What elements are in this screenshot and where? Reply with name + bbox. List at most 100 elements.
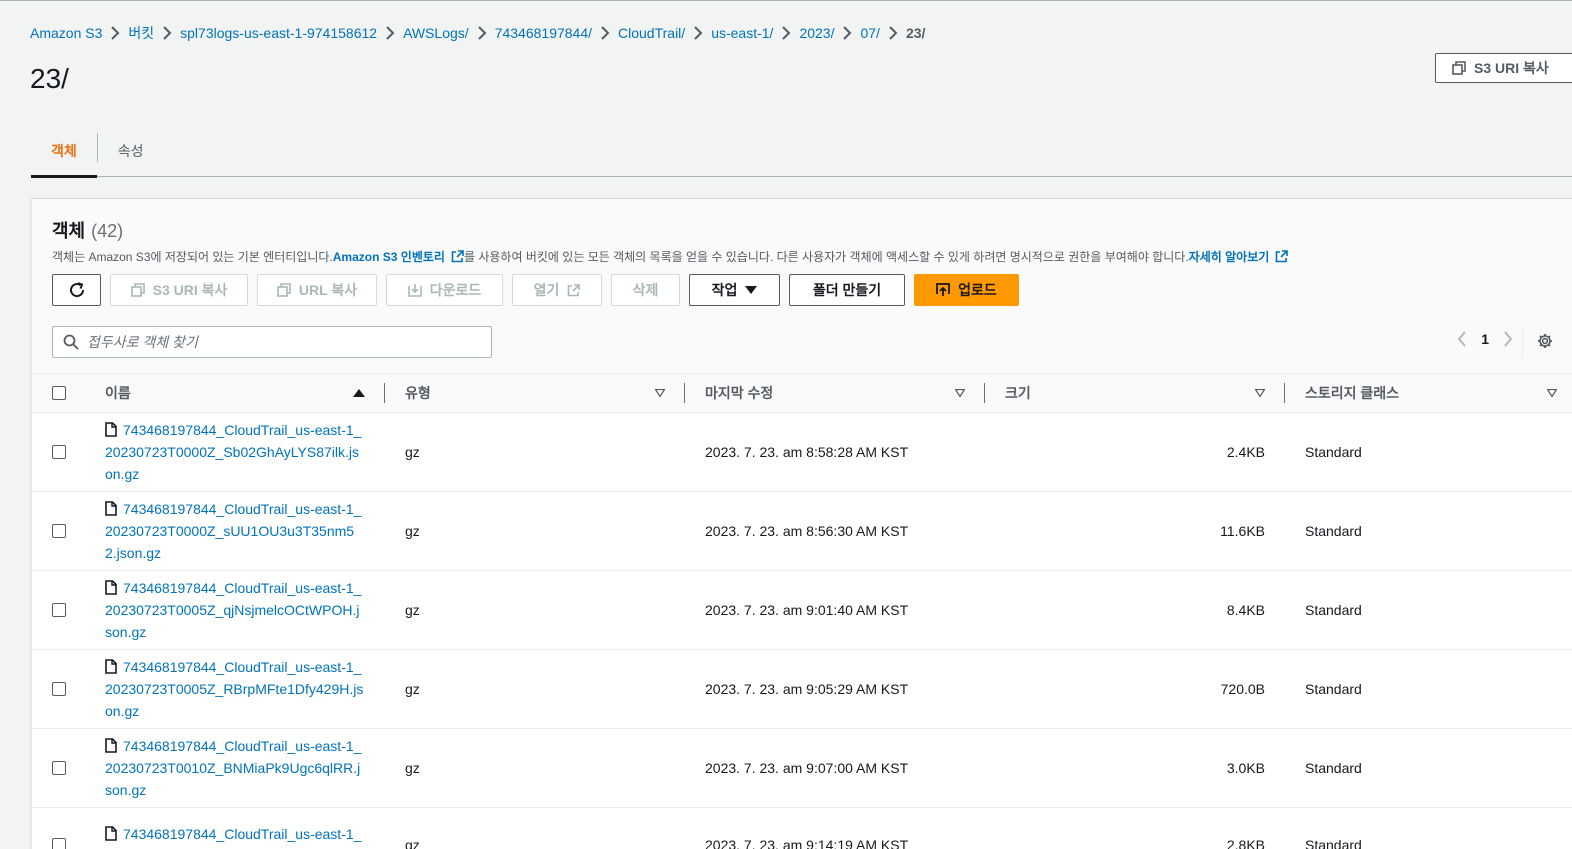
row-checkbox[interactable]	[52, 681, 66, 696]
object-name-text: 743468197844_CloudTrail_us-east-1_202307…	[105, 579, 362, 640]
breadcrumb-cloudtrail[interactable]: CloudTrail/	[618, 25, 685, 41]
object-name-link[interactable]: 743468197844_CloudTrail_us-east-1_202307…	[105, 656, 365, 722]
select-all-cell	[32, 374, 85, 413]
object-name-link[interactable]: 743468197844_CloudTrail_us-east-1_202307…	[105, 823, 365, 849]
objects-table: 이름 유형 마지막 수정 크기 스토리지 클래스 743468197844_Cl…	[32, 374, 1572, 849]
file-icon	[105, 658, 117, 674]
settings-gear-icon[interactable]	[1537, 333, 1553, 349]
file-icon	[105, 579, 117, 595]
breadcrumb-bucket[interactable]: spl73logs-us-east-1-974158612	[180, 25, 377, 41]
object-last-modified: 2023. 7. 23. am 9:07:00 AM KST	[685, 728, 985, 808]
object-size: 2.4KB	[985, 412, 1285, 492]
learn-more-link[interactable]: 자세히 알아보기	[1189, 248, 1289, 265]
row-checkbox[interactable]	[52, 760, 66, 775]
select-all-checkbox[interactable]	[52, 385, 66, 400]
table-row: 743468197844_CloudTrail_us-east-1_202307…	[32, 807, 1572, 849]
object-name-cell: 743468197844_CloudTrail_us-east-1_202307…	[85, 728, 385, 808]
chevron-right-icon	[592, 24, 618, 42]
s3-inventory-link[interactable]: Amazon S3 인벤토리	[333, 248, 464, 265]
external-link-icon	[451, 250, 464, 263]
upload-button[interactable]: 업로드	[914, 274, 1019, 306]
breadcrumb-amazon-s3[interactable]: Amazon S3	[30, 25, 102, 41]
object-type: gz	[385, 728, 685, 808]
delete-button[interactable]: 삭제	[611, 274, 680, 306]
breadcrumb-day: 23/	[905, 25, 926, 41]
file-icon	[105, 826, 117, 841]
sort-icon	[655, 388, 665, 397]
row-select-cell	[32, 728, 85, 808]
row-checkbox[interactable]	[52, 838, 66, 849]
column-size-label: 크기	[1005, 384, 1031, 401]
column-header-storage-class[interactable]: 스토리지 클래스	[1285, 374, 1572, 413]
row-select-cell	[32, 570, 85, 650]
table-row: 743468197844_CloudTrail_us-east-1_202307…	[32, 412, 1572, 492]
file-icon	[105, 737, 117, 753]
breadcrumb-region[interactable]: us-east-1/	[711, 25, 773, 41]
column-header-type[interactable]: 유형	[385, 374, 685, 413]
object-name-link[interactable]: 743468197844_CloudTrail_us-east-1_202307…	[105, 735, 365, 801]
breadcrumb: Amazon S3 버킷 spl73logs-us-east-1-9741586…	[30, 23, 925, 43]
object-last-modified: 2023. 7. 23. am 9:01:40 AM KST	[685, 570, 985, 650]
object-size: 720.0B	[985, 649, 1285, 729]
breadcrumb-buckets[interactable]: 버킷	[128, 23, 154, 43]
object-type: gz	[385, 570, 685, 650]
create-folder-label: 폴더 만들기	[812, 282, 882, 298]
action-toolbar: S3 URI 복사 URL 복사 다운로드 열기 삭제 작업 폴더 만들기 업로…	[52, 274, 1019, 306]
actions-dropdown-button[interactable]: 작업	[689, 274, 780, 306]
tab-properties[interactable]: 속성	[98, 125, 164, 176]
copy-url-button[interactable]: URL 복사	[257, 274, 377, 306]
object-name-link[interactable]: 743468197844_CloudTrail_us-east-1_202307…	[105, 577, 365, 643]
copy-s3-uri-header-button[interactable]: S3 URI 복사	[1435, 53, 1572, 83]
object-name-cell: 743468197844_CloudTrail_us-east-1_202307…	[85, 412, 385, 492]
copy-s3-uri-button[interactable]: S3 URI 복사	[110, 274, 248, 306]
download-label: 다운로드	[429, 282, 482, 298]
object-name-text: 743468197844_CloudTrail_us-east-1_202307…	[105, 658, 364, 719]
breadcrumb-year[interactable]: 2023/	[799, 25, 834, 41]
open-button[interactable]: 열기	[512, 274, 602, 306]
row-checkbox[interactable]	[52, 602, 66, 617]
chevron-right-icon	[880, 24, 906, 42]
download-button[interactable]: 다운로드	[386, 274, 503, 306]
current-page[interactable]: 1	[1481, 331, 1489, 347]
search-input[interactable]	[87, 334, 491, 350]
object-name-text: 743468197844_CloudTrail_us-east-1_202307…	[105, 500, 362, 561]
row-checkbox[interactable]	[52, 444, 66, 459]
caret-down-icon	[745, 286, 758, 294]
chevron-right-icon	[773, 24, 799, 42]
object-name-link[interactable]: 743468197844_CloudTrail_us-east-1_202307…	[105, 419, 365, 485]
column-header-size[interactable]: 크기	[985, 374, 1285, 413]
tab-objects[interactable]: 객체	[31, 125, 97, 178]
row-select-cell	[32, 807, 85, 849]
previous-page-icon[interactable]	[1457, 331, 1467, 347]
breadcrumb-awslogs[interactable]: AWSLogs/	[403, 25, 469, 41]
desc-text-before: 객체는 Amazon S3에 저장되어 있는 기본 엔터티입니다.	[52, 250, 333, 264]
row-select-cell	[32, 649, 85, 729]
refresh-button[interactable]	[52, 274, 101, 306]
objects-panel: 객체 (42) 객체는 Amazon S3에 저장되어 있는 기본 엔터티입니다.…	[31, 198, 1572, 849]
object-storage-class: Standard	[1285, 491, 1572, 571]
breadcrumb-account[interactable]: 743468197844/	[495, 25, 592, 41]
actions-label: 작업	[711, 282, 738, 298]
s3-inventory-link-label: Amazon S3 인벤토리	[332, 250, 445, 264]
breadcrumb-month[interactable]: 07/	[860, 25, 879, 41]
search-box	[52, 326, 492, 358]
object-size: 2.8KB	[985, 807, 1285, 849]
create-folder-button[interactable]: 폴더 만들기	[789, 274, 905, 306]
sort-ascending-icon	[353, 388, 365, 397]
upload-label: 업로드	[958, 282, 997, 298]
copy-url-label: URL 복사	[298, 282, 358, 298]
table-row: 743468197844_CloudTrail_us-east-1_202307…	[32, 649, 1572, 729]
objects-title-text: 객체	[52, 221, 86, 241]
column-header-name[interactable]: 이름	[85, 374, 385, 413]
object-size: 3.0KB	[985, 728, 1285, 808]
external-link-icon	[568, 283, 581, 296]
object-type: gz	[385, 412, 685, 492]
objects-count: (42)	[91, 221, 124, 241]
object-name-link[interactable]: 743468197844_CloudTrail_us-east-1_202307…	[105, 498, 365, 564]
object-name-cell: 743468197844_CloudTrail_us-east-1_202307…	[85, 807, 385, 849]
column-header-last-modified[interactable]: 마지막 수정	[685, 374, 985, 413]
table-header-row: 이름 유형 마지막 수정 크기 스토리지 클래스	[32, 374, 1572, 413]
search-icon	[63, 334, 79, 350]
row-checkbox[interactable]	[52, 523, 66, 538]
next-page-icon[interactable]	[1503, 331, 1513, 347]
